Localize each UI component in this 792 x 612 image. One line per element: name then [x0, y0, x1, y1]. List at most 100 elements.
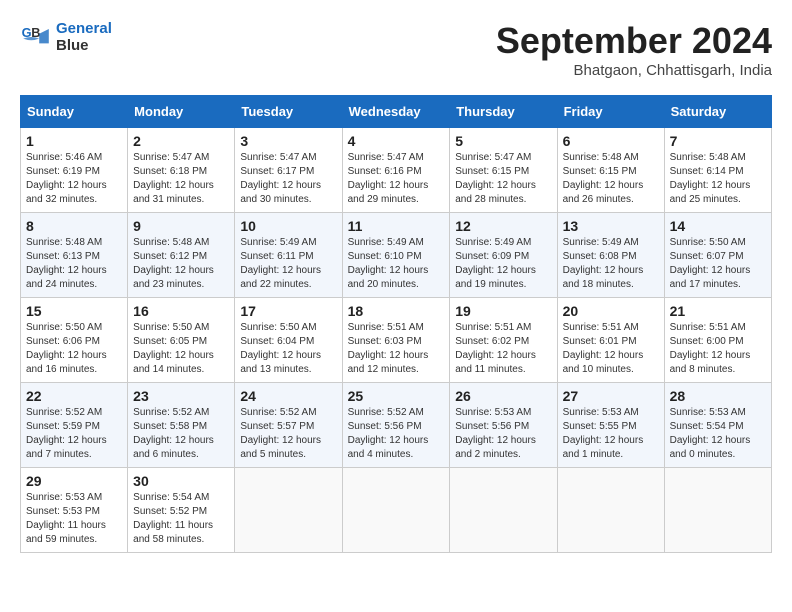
column-header-wednesday: Wednesday	[342, 96, 450, 128]
day-number: 10	[240, 218, 336, 234]
calendar: SundayMondayTuesdayWednesdayThursdayFrid…	[20, 95, 772, 553]
day-number: 23	[133, 388, 229, 404]
day-number: 18	[348, 303, 445, 319]
calendar-cell: 12 Sunrise: 5:49 AM Sunset: 6:09 PM Dayli…	[450, 213, 557, 298]
cell-info: Sunrise: 5:47 AM Sunset: 6:17 PM Dayligh…	[240, 151, 336, 207]
calendar-cell: 11 Sunrise: 5:49 AM Sunset: 6:10 PM Dayli…	[342, 213, 450, 298]
calendar-cell: 17Sunrise: 5:50 AM Sunset: 6:04 PM Dayli…	[235, 298, 342, 383]
column-header-saturday: Saturday	[664, 96, 771, 128]
day-number: 28	[670, 388, 766, 404]
cell-info: Sunrise: 5:48 AM Sunset: 6:12 PM Dayligh…	[133, 236, 229, 292]
logo-icon: G B	[20, 21, 52, 53]
day-number: 14	[670, 218, 766, 234]
calendar-cell: 30Sunrise: 5:54 AM Sunset: 5:52 PM Dayli…	[128, 468, 235, 553]
day-number: 4	[348, 133, 445, 149]
calendar-cell: 8 Sunrise: 5:48 AM Sunset: 6:13 PM Daylig…	[21, 213, 128, 298]
day-number: 20	[563, 303, 659, 319]
cell-info: Sunrise: 5:50 AM Sunset: 6:06 PM Dayligh…	[26, 321, 122, 377]
cell-info: Sunrise: 5:53 AM Sunset: 5:56 PM Dayligh…	[455, 406, 551, 462]
calendar-cell: 28 Sunrise: 5:53 AM Sunset: 5:54 PM Dayli…	[664, 383, 771, 468]
calendar-cell: 26 Sunrise: 5:53 AM Sunset: 5:56 PM Dayli…	[450, 383, 557, 468]
day-number: 12	[455, 218, 551, 234]
calendar-week-5: 29 Sunrise: 5:53 AM Sunset: 5:53 PM Dayli…	[21, 468, 772, 553]
column-header-sunday: Sunday	[21, 96, 128, 128]
cell-info: Sunrise: 5:51 AM Sunset: 6:03 PM Dayligh…	[348, 321, 445, 377]
day-number: 11	[348, 218, 445, 234]
calendar-cell: 18 Sunrise: 5:51 AM Sunset: 6:03 PM Dayli…	[342, 298, 450, 383]
day-number: 8	[26, 218, 122, 234]
page-header: G B General Blue September 2024 Bhatgaon…	[20, 20, 772, 79]
cell-info: Sunrise: 5:49 AM Sunset: 6:11 PM Dayligh…	[240, 236, 336, 292]
calendar-cell: 9Sunrise: 5:48 AM Sunset: 6:12 PM Daylig…	[128, 213, 235, 298]
calendar-cell: 15 Sunrise: 5:50 AM Sunset: 6:06 PM Dayli…	[21, 298, 128, 383]
day-number: 27	[563, 388, 659, 404]
cell-info: Sunrise: 5:52 AM Sunset: 5:56 PM Dayligh…	[348, 406, 445, 462]
calendar-cell	[235, 468, 342, 553]
cell-info: Sunrise: 5:50 AM Sunset: 6:07 PM Dayligh…	[670, 236, 766, 292]
calendar-cell	[450, 468, 557, 553]
calendar-week-4: 22Sunrise: 5:52 AM Sunset: 5:59 PM Dayli…	[21, 383, 772, 468]
calendar-cell: 22Sunrise: 5:52 AM Sunset: 5:59 PM Dayli…	[21, 383, 128, 468]
day-number: 29	[26, 473, 122, 489]
column-header-thursday: Thursday	[450, 96, 557, 128]
calendar-cell: 25 Sunrise: 5:52 AM Sunset: 5:56 PM Dayli…	[342, 383, 450, 468]
day-number: 1	[26, 133, 122, 149]
cell-info: Sunrise: 5:53 AM Sunset: 5:54 PM Dayligh…	[670, 406, 766, 462]
day-number: 15	[26, 303, 122, 319]
cell-info: Sunrise: 5:48 AM Sunset: 6:15 PM Dayligh…	[563, 151, 659, 207]
cell-info: Sunrise: 5:54 AM Sunset: 5:52 PM Dayligh…	[133, 491, 229, 547]
cell-info: Sunrise: 5:53 AM Sunset: 5:53 PM Dayligh…	[26, 491, 122, 547]
calendar-cell: 23 Sunrise: 5:52 AM Sunset: 5:58 PM Dayli…	[128, 383, 235, 468]
calendar-week-1: 1 Sunrise: 5:46 AM Sunset: 6:19 PM Daylig…	[21, 128, 772, 213]
day-number: 2	[133, 133, 229, 149]
cell-info: Sunrise: 5:49 AM Sunset: 6:09 PM Dayligh…	[455, 236, 551, 292]
day-number: 7	[670, 133, 766, 149]
calendar-cell: 6 Sunrise: 5:48 AM Sunset: 6:15 PM Daylig…	[557, 128, 664, 213]
day-number: 13	[563, 218, 659, 234]
title-section: September 2024 Bhatgaon, Chhattisgarh, I…	[496, 20, 772, 79]
day-number: 24	[240, 388, 336, 404]
day-number: 21	[670, 303, 766, 319]
month-title: September 2024	[496, 20, 772, 62]
cell-info: Sunrise: 5:52 AM Sunset: 5:58 PM Dayligh…	[133, 406, 229, 462]
calendar-cell: 21 Sunrise: 5:51 AM Sunset: 6:00 PM Dayli…	[664, 298, 771, 383]
day-number: 25	[348, 388, 445, 404]
cell-info: Sunrise: 5:51 AM Sunset: 6:00 PM Dayligh…	[670, 321, 766, 377]
logo: G B General Blue	[20, 20, 112, 54]
cell-info: Sunrise: 5:51 AM Sunset: 6:01 PM Dayligh…	[563, 321, 659, 377]
cell-info: Sunrise: 5:47 AM Sunset: 6:16 PM Dayligh…	[348, 151, 445, 207]
cell-info: Sunrise: 5:46 AM Sunset: 6:19 PM Dayligh…	[26, 151, 122, 207]
column-header-friday: Friday	[557, 96, 664, 128]
calendar-cell: 19Sunrise: 5:51 AM Sunset: 6:02 PM Dayli…	[450, 298, 557, 383]
cell-info: Sunrise: 5:47 AM Sunset: 6:18 PM Dayligh…	[133, 151, 229, 207]
day-number: 6	[563, 133, 659, 149]
calendar-cell: 5 Sunrise: 5:47 AM Sunset: 6:15 PM Daylig…	[450, 128, 557, 213]
calendar-cell: 3 Sunrise: 5:47 AM Sunset: 6:17 PM Daylig…	[235, 128, 342, 213]
cell-info: Sunrise: 5:49 AM Sunset: 6:10 PM Dayligh…	[348, 236, 445, 292]
day-number: 17	[240, 303, 336, 319]
calendar-cell: 10 Sunrise: 5:49 AM Sunset: 6:11 PM Dayli…	[235, 213, 342, 298]
day-number: 16	[133, 303, 229, 319]
calendar-cell: 29 Sunrise: 5:53 AM Sunset: 5:53 PM Dayli…	[21, 468, 128, 553]
calendar-cell: 14 Sunrise: 5:50 AM Sunset: 6:07 PM Dayli…	[664, 213, 771, 298]
cell-info: Sunrise: 5:48 AM Sunset: 6:14 PM Dayligh…	[670, 151, 766, 207]
cell-info: Sunrise: 5:49 AM Sunset: 6:08 PM Dayligh…	[563, 236, 659, 292]
calendar-cell	[664, 468, 771, 553]
cell-info: Sunrise: 5:48 AM Sunset: 6:13 PM Dayligh…	[26, 236, 122, 292]
day-number: 5	[455, 133, 551, 149]
cell-info: Sunrise: 5:47 AM Sunset: 6:15 PM Dayligh…	[455, 151, 551, 207]
day-number: 3	[240, 133, 336, 149]
calendar-cell: 2 Sunrise: 5:47 AM Sunset: 6:18 PM Daylig…	[128, 128, 235, 213]
cell-info: Sunrise: 5:50 AM Sunset: 6:05 PM Dayligh…	[133, 321, 229, 377]
column-header-tuesday: Tuesday	[235, 96, 342, 128]
calendar-week-2: 8 Sunrise: 5:48 AM Sunset: 6:13 PM Daylig…	[21, 213, 772, 298]
calendar-cell: 16 Sunrise: 5:50 AM Sunset: 6:05 PM Dayli…	[128, 298, 235, 383]
calendar-cell: 24Sunrise: 5:52 AM Sunset: 5:57 PM Dayli…	[235, 383, 342, 468]
calendar-week-3: 15 Sunrise: 5:50 AM Sunset: 6:06 PM Dayli…	[21, 298, 772, 383]
calendar-cell: 13 Sunrise: 5:49 AM Sunset: 6:08 PM Dayli…	[557, 213, 664, 298]
day-number: 26	[455, 388, 551, 404]
calendar-cell: 4 Sunrise: 5:47 AM Sunset: 6:16 PM Daylig…	[342, 128, 450, 213]
calendar-cell: 20 Sunrise: 5:51 AM Sunset: 6:01 PM Dayli…	[557, 298, 664, 383]
day-number: 19	[455, 303, 551, 319]
calendar-cell	[557, 468, 664, 553]
